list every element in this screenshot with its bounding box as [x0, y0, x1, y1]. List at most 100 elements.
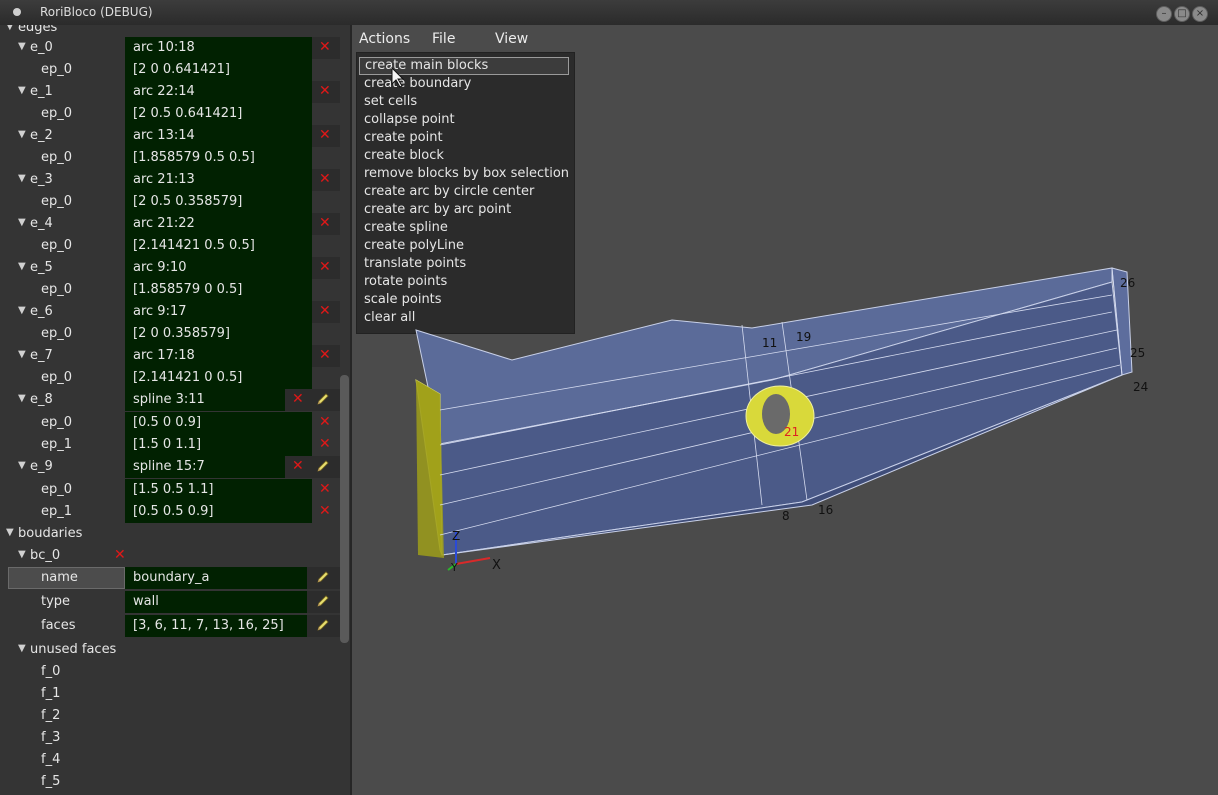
tree-row[interactable]: f_4: [0, 749, 340, 771]
tree-row[interactable]: ep_1 [0.5 0.5 0.9] ✕: [0, 501, 340, 523]
delete-icon[interactable]: ✕: [319, 503, 331, 519]
expand-arrow-icon[interactable]: ▼: [18, 305, 26, 316]
expand-arrow-icon[interactable]: ▼: [18, 41, 26, 52]
tree-row[interactable]: name boundary_a: [0, 567, 340, 589]
tree-row[interactable]: f_5: [0, 771, 340, 793]
3d-viewport[interactable]: 11 19 8 16 26 25 24 21 Z X Y: [352, 50, 1218, 795]
close-icon[interactable]: ×: [1192, 6, 1208, 22]
edge-point-value[interactable]: [1.858579 0 0.5]: [125, 279, 312, 301]
boundary-field-value[interactable]: wall: [125, 591, 307, 613]
delete-icon[interactable]: ✕: [114, 547, 126, 563]
menu-actions[interactable]: Actions: [359, 31, 410, 47]
edge-type[interactable]: arc 9:10: [125, 257, 312, 279]
tree-row[interactable]: ▼ e_3 arc 21:13 ✕: [0, 169, 340, 191]
menu-view[interactable]: View: [495, 31, 528, 47]
edge-type[interactable]: arc 13:14: [125, 125, 312, 147]
expand-arrow-icon[interactable]: ▼: [18, 129, 26, 140]
tree-row[interactable]: ▼ e_8 spline 3:11 ✕: [0, 389, 340, 411]
boundary-field-value[interactable]: boundary_a: [125, 567, 307, 589]
delete-icon[interactable]: ✕: [319, 481, 331, 497]
expand-arrow-icon[interactable]: ▼: [18, 643, 26, 654]
tree-row[interactable]: ▼ unused faces: [0, 639, 340, 661]
edge-point-value[interactable]: [1.858579 0.5 0.5]: [125, 147, 312, 169]
edit-pencil-icon[interactable]: [316, 618, 330, 632]
edit-pencil-icon[interactable]: [316, 392, 330, 406]
delete-icon[interactable]: ✕: [319, 83, 331, 99]
tree-row[interactable]: ▼ e_2 arc 13:14 ✕: [0, 125, 340, 147]
expand-arrow-icon[interactable]: ▼: [18, 85, 26, 96]
tree-row[interactable]: ▼ e_6 arc 9:17 ✕: [0, 301, 340, 323]
tree-row[interactable]: ep_0 [2 0.5 0.641421]: [0, 103, 340, 125]
edge-point-value[interactable]: [0.5 0 0.9]: [125, 412, 312, 434]
tree-row[interactable]: ep_0 [1.5 0.5 1.1] ✕: [0, 479, 340, 501]
delete-icon[interactable]: ✕: [319, 303, 331, 319]
delete-icon[interactable]: ✕: [319, 39, 331, 55]
edge-point-value[interactable]: [2 0.5 0.641421]: [125, 103, 312, 125]
delete-icon[interactable]: ✕: [319, 414, 331, 430]
expand-arrow-icon[interactable]: ▼: [18, 549, 26, 560]
delete-icon[interactable]: ✕: [319, 127, 331, 143]
properties-tree[interactable]: ▼ edges ▼ e_0 arc 10:18 ✕ ep_0 [2 0 0.641421] ▼ e…: [0, 25, 352, 795]
boundary-field-value[interactable]: [3, 6, 11, 7, 13, 16, 25]: [125, 615, 307, 637]
tree-row[interactable]: f_2: [0, 705, 340, 727]
window-menu-icon[interactable]: [13, 8, 21, 16]
tree-row[interactable]: f_0: [0, 661, 340, 683]
menu-file[interactable]: File: [432, 31, 455, 47]
tree-row[interactable]: ep_0 [2 0.5 0.358579]: [0, 191, 340, 213]
expand-arrow-icon[interactable]: ▼: [18, 393, 26, 404]
tree-row[interactable]: ▼ e_5 arc 9:10 ✕: [0, 257, 340, 279]
tree-row[interactable]: faces [3, 6, 11, 7, 13, 16, 25]: [0, 615, 340, 637]
expand-arrow-icon[interactable]: ▼: [6, 527, 14, 538]
tree-row[interactable]: ep_0 [2 0 0.641421]: [0, 59, 340, 81]
delete-icon[interactable]: ✕: [319, 215, 331, 231]
edge-point-value[interactable]: [2 0 0.641421]: [125, 59, 312, 81]
edge-point-value[interactable]: [0.5 0.5 0.9]: [125, 501, 312, 523]
delete-icon[interactable]: ✕: [292, 391, 304, 407]
tree-row[interactable]: ep_0 [2 0 0.358579]: [0, 323, 340, 345]
edge-type[interactable]: arc 9:17: [125, 301, 312, 323]
edge-type[interactable]: arc 21:13: [125, 169, 312, 191]
tree-row[interactable]: ▼ boudaries: [0, 523, 340, 545]
delete-icon[interactable]: ✕: [319, 171, 331, 187]
tree-row[interactable]: ep_1 [1.5 0 1.1] ✕: [0, 434, 340, 456]
expand-arrow-icon[interactable]: ▼: [18, 460, 26, 471]
tree-row[interactable]: ▼ e_1 arc 22:14 ✕: [0, 81, 340, 103]
minimize-icon[interactable]: –: [1156, 6, 1172, 22]
edit-pencil-icon[interactable]: [316, 594, 330, 608]
edge-type[interactable]: arc 22:14: [125, 81, 312, 103]
expand-arrow-icon[interactable]: ▼: [18, 173, 26, 184]
delete-icon[interactable]: ✕: [319, 436, 331, 452]
edge-point-value[interactable]: [2.141421 0.5 0.5]: [125, 235, 312, 257]
tree-row[interactable]: ep_0 [2.141421 0 0.5]: [0, 367, 340, 389]
delete-icon[interactable]: ✕: [292, 458, 304, 474]
expand-arrow-icon[interactable]: ▼: [18, 217, 26, 228]
edge-type[interactable]: spline 3:11: [125, 389, 285, 411]
edit-pencil-icon[interactable]: [316, 459, 330, 473]
edge-type[interactable]: arc 17:18: [125, 345, 312, 367]
tree-row[interactable]: ▼ bc_0 ✕: [0, 545, 340, 567]
tree-row[interactable]: ▼ e_4 arc 21:22 ✕: [0, 213, 340, 235]
expand-arrow-icon[interactable]: ▼: [6, 25, 14, 32]
edge-point-value[interactable]: [2 0.5 0.358579]: [125, 191, 312, 213]
edge-type[interactable]: arc 10:18: [125, 37, 312, 59]
tree-row[interactable]: ▼ e_0 arc 10:18 ✕: [0, 37, 340, 59]
tree-row[interactable]: ep_0 [1.858579 0.5 0.5]: [0, 147, 340, 169]
tree-row[interactable]: ▼ e_9 spline 15:7 ✕: [0, 456, 340, 478]
tree-row[interactable]: ▼ e_7 arc 17:18 ✕: [0, 345, 340, 367]
tree-row[interactable]: f_1: [0, 683, 340, 705]
delete-icon[interactable]: ✕: [319, 347, 331, 363]
tree-row[interactable]: ep_0 [1.858579 0 0.5]: [0, 279, 340, 301]
edge-type[interactable]: arc 21:22: [125, 213, 312, 235]
edge-point-value[interactable]: [1.5 0 1.1]: [125, 434, 312, 456]
tree-row[interactable]: ep_0 [0.5 0 0.9] ✕: [0, 412, 340, 434]
edge-type[interactable]: spline 15:7: [125, 456, 285, 478]
edit-pencil-icon[interactable]: [316, 570, 330, 584]
tree-row[interactable]: f_3: [0, 727, 340, 749]
tree-row[interactable]: type wall: [0, 591, 340, 613]
edge-point-value[interactable]: [2.141421 0 0.5]: [125, 367, 312, 389]
delete-icon[interactable]: ✕: [319, 259, 331, 275]
tree-row[interactable]: ep_0 [2.141421 0.5 0.5]: [0, 235, 340, 257]
expand-arrow-icon[interactable]: ▼: [18, 349, 26, 360]
tree-scrollbar[interactable]: [340, 375, 349, 643]
maximize-icon[interactable]: □: [1174, 6, 1190, 22]
